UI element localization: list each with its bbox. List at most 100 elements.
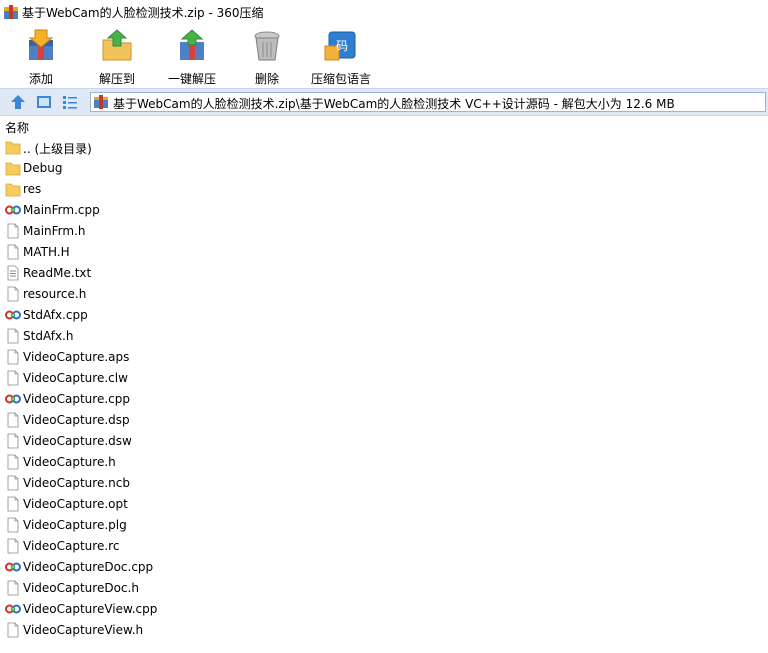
file-row[interactable]: VideoCaptureView.h: [0, 619, 768, 640]
up-arrow-icon[interactable]: [10, 94, 26, 110]
file-icon: [5, 244, 21, 260]
zip-archive-icon: [94, 95, 108, 109]
list-view-icon[interactable]: [62, 94, 78, 110]
folder-icon: [5, 181, 21, 197]
file-name: res: [23, 182, 42, 196]
file-name: VideoCapture.h: [23, 455, 116, 469]
file-row[interactable]: VideoCapture.dsw: [0, 430, 768, 451]
toolbar-label: 添加: [28, 72, 53, 86]
file-name: MainFrm.cpp: [23, 203, 100, 217]
file-row[interactable]: VideoCapture.cpp: [0, 388, 768, 409]
file-row[interactable]: StdAfx.h: [0, 325, 768, 346]
file-name: ReadMe.txt: [23, 266, 92, 280]
file-row[interactable]: VideoCapture.rc: [0, 535, 768, 556]
file-row[interactable]: VideoCapture.plg: [0, 514, 768, 535]
delete-icon: [254, 31, 280, 61]
folder-row[interactable]: .. (上级目录): [0, 136, 768, 157]
toolbar-label: 压缩包语言: [310, 72, 371, 86]
svg-text:码: 码: [336, 39, 348, 53]
extract-to-button[interactable]: 解压到: [92, 26, 142, 86]
file-icon: [5, 517, 21, 533]
file-row[interactable]: VideoCapture.aps: [0, 346, 768, 367]
file-row[interactable]: StdAfx.cpp: [0, 304, 768, 325]
address-bar: 基于WebCam的人脸检测技术.zip\基于WebCam的人脸检测技术 VC++…: [0, 88, 768, 116]
archive-language-icon: 码: [324, 31, 356, 61]
file-name: resource.h: [23, 287, 87, 301]
file-name: .. (上级目录): [23, 142, 92, 156]
file-name: VideoCapture.clw: [23, 371, 128, 385]
file-name: VideoCaptureView.h: [23, 623, 144, 637]
file-name: VideoCaptureDoc.cpp: [23, 560, 154, 574]
toolbar-label: 解压到: [98, 72, 135, 86]
file-name: MainFrm.h: [23, 224, 86, 238]
file-name: VideoCaptureView.cpp: [23, 602, 158, 616]
folder-row[interactable]: res: [0, 178, 768, 199]
file-name: MATH.H: [23, 245, 70, 259]
file-list: .. (上级目录) Debug res MainFrm.cpp MainFrm.h MAT…: [0, 136, 768, 640]
one-click-extract-button[interactable]: 一键解压: [164, 26, 220, 86]
file-row[interactable]: MainFrm.cpp: [0, 199, 768, 220]
cpp-file-icon: [5, 559, 21, 575]
column-header-name[interactable]: 名称: [0, 117, 768, 135]
add-button[interactable]: 添加: [16, 26, 66, 86]
file-name: VideoCapture.ncb: [23, 476, 130, 490]
file-name: VideoCapture.cpp: [23, 392, 130, 406]
toolbar-label: 一键解压: [167, 72, 216, 86]
file-name: StdAfx.h: [23, 329, 74, 343]
text-file-icon: [5, 265, 21, 281]
file-name: VideoCaptureDoc.h: [23, 581, 139, 595]
file-row[interactable]: VideoCapture.clw: [0, 367, 768, 388]
cpp-file-icon: [5, 307, 21, 323]
toolbar: 添加 解压到 一键解压 删除 码 压缩包语言: [0, 24, 768, 88]
cpp-file-icon: [5, 202, 21, 218]
file-row[interactable]: VideoCapture.ncb: [0, 472, 768, 493]
toolbar-label: 删除: [254, 72, 279, 86]
360zip-app-icon: [4, 5, 18, 19]
archive-language-button[interactable]: 码 压缩包语言: [306, 26, 376, 86]
thumbnail-view-icon[interactable]: [36, 94, 52, 110]
file-icon: [5, 328, 21, 344]
folder-icon: [5, 139, 21, 155]
file-row[interactable]: MainFrm.h: [0, 220, 768, 241]
file-name: VideoCapture.plg: [23, 518, 127, 532]
one-click-extract-icon: [180, 29, 204, 60]
file-icon: [5, 223, 21, 239]
file-row[interactable]: ReadMe.txt: [0, 262, 768, 283]
file-row[interactable]: VideoCapture.h: [0, 451, 768, 472]
add-archive-icon: [28, 29, 54, 60]
file-row[interactable]: MATH.H: [0, 241, 768, 262]
file-row[interactable]: VideoCaptureView.cpp: [0, 598, 768, 619]
file-icon: [5, 286, 21, 302]
cpp-file-icon: [5, 601, 21, 617]
file-name: VideoCapture.aps: [23, 350, 130, 364]
path-text: 基于WebCam的人脸检测技术.zip\基于WebCam的人脸检测技术 VC++…: [113, 97, 675, 111]
extract-to-icon: [102, 29, 132, 61]
file-row[interactable]: resource.h: [0, 283, 768, 304]
column-name-label: 名称: [5, 121, 30, 135]
file-row[interactable]: VideoCapture.dsp: [0, 409, 768, 430]
file-name: VideoCapture.rc: [23, 539, 120, 553]
file-icon: [5, 433, 21, 449]
file-icon: [5, 475, 21, 491]
file-icon: [5, 496, 21, 512]
folder-icon: [5, 160, 21, 176]
file-name: Debug: [23, 161, 63, 175]
title-bar: 基于WebCam的人脸检测技术.zip - 360压缩: [0, 0, 768, 24]
file-icon: [5, 454, 21, 470]
file-icon: [5, 349, 21, 365]
file-name: StdAfx.cpp: [23, 308, 88, 322]
file-name: VideoCapture.opt: [23, 497, 128, 511]
window-title: 基于WebCam的人脸检测技术.zip - 360压缩: [22, 6, 264, 20]
file-icon: [5, 580, 21, 596]
file-name: VideoCapture.dsp: [23, 413, 130, 427]
file-icon: [5, 622, 21, 638]
file-name: VideoCapture.dsw: [23, 434, 132, 448]
file-icon: [5, 538, 21, 554]
file-row[interactable]: VideoCapture.opt: [0, 493, 768, 514]
file-row[interactable]: VideoCaptureDoc.cpp: [0, 556, 768, 577]
folder-row[interactable]: Debug: [0, 157, 768, 178]
file-row[interactable]: VideoCaptureDoc.h: [0, 577, 768, 598]
file-icon: [5, 412, 21, 428]
path-field[interactable]: 基于WebCam的人脸检测技术.zip\基于WebCam的人脸检测技术 VC++…: [90, 92, 766, 112]
delete-button[interactable]: 删除: [242, 26, 292, 86]
